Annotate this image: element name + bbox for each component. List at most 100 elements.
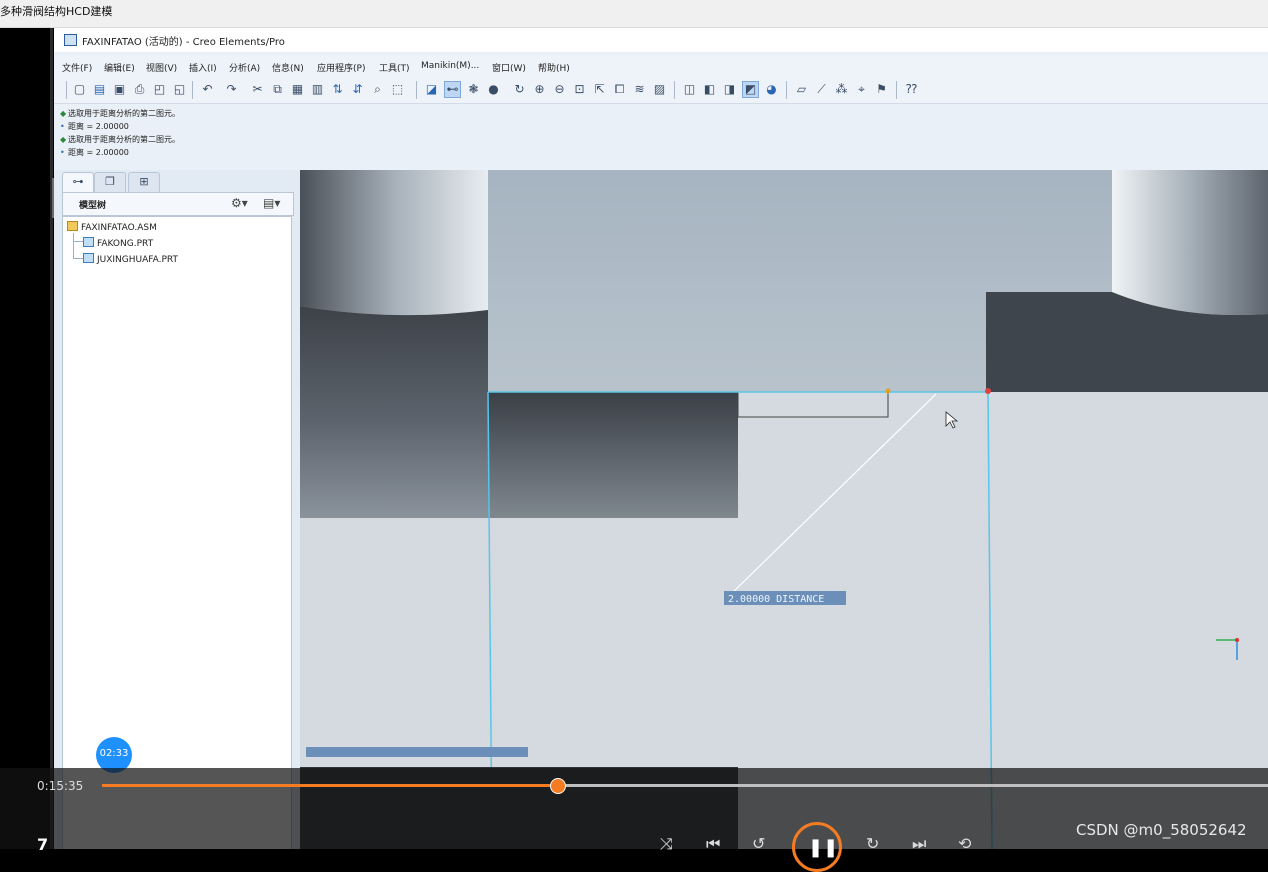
undo-icon[interactable]: ↶ [200,82,215,97]
model-tree-tab-icon[interactable]: ⊶ [62,172,94,193]
watermark: CSDN @m0_58052642 [1076,821,1247,839]
tree-item-label: FAKONG.PRT [97,239,154,249]
datum-axes-icon[interactable]: ⟋ [814,82,829,97]
progress-knob[interactable] [550,778,566,794]
shuffle-icon[interactable]: ⤨ [660,834,673,854]
pause-button[interactable]: ❚❚ [792,822,842,872]
menu-help[interactable]: 帮助(H) [538,61,570,74]
page-title: 多种滑阀结构HCD建模 [0,5,113,18]
spin-icon[interactable]: ↻ [512,82,527,97]
video-letterbox-left [0,28,55,849]
select-box-icon[interactable]: ⬚ [390,82,405,97]
prompt-arrow-icon: ◆ [60,109,67,118]
toolbar-separator [896,81,897,99]
enhanced-realism-icon[interactable]: ◕ [764,82,779,97]
menu-manikin[interactable]: Manikin(M)... [421,61,479,71]
redo-icon[interactable]: ↷ [224,82,239,97]
paste-icon[interactable]: ▦ [290,82,305,97]
paste-special-icon[interactable]: ▥ [310,82,325,97]
tree-connector [73,241,83,242]
status-progress-bar [306,747,528,757]
cut-icon[interactable]: ✂ [250,82,265,97]
forward-icon[interactable]: ↻ [866,834,879,853]
zoom-out-icon[interactable]: ⊖ [552,82,567,97]
window-title: FAXINFATAO (活动的) - Creo Elements/Pro [82,37,285,48]
selected-point [985,388,991,394]
menu-window[interactable]: 窗口(W) [492,61,526,74]
page-title-bar: 多种滑阀结构HCD建模 [0,0,1268,28]
info-bullet-icon: • [60,122,65,131]
copy-icon[interactable]: ⧉ [270,82,285,97]
context-help-icon[interactable]: ⁇ [904,82,919,97]
reorient-icon[interactable]: ⇱ [592,82,607,97]
tree-connector [73,258,83,259]
menu-info[interactable]: 信息(N) [272,61,304,74]
datum-display-icon[interactable]: ⊷ [444,81,461,98]
message-line: ◆ 选取用于距离分析的第二图元。 [60,108,180,119]
part-icon [83,253,94,263]
zoom-in-icon[interactable]: ⊕ [532,82,547,97]
menu-tools[interactable]: 工具(T) [379,61,410,74]
message-text: 距离 = 2.00000 [68,122,129,131]
message-line: • 距离 = 2.00000 [60,147,129,158]
view-manager-icon[interactable]: ▨ [652,82,667,97]
wireframe-icon[interactable]: ◫ [682,82,697,97]
coordinate-systems-icon[interactable]: ⌖ [854,82,869,97]
find-icon[interactable]: ⌕ [370,82,385,97]
regenerate-manager-icon[interactable]: ⇵ [350,82,365,97]
part-icon [83,237,94,247]
appearance-icon[interactable]: ❃ [466,82,481,97]
new-file-icon[interactable]: ▢ [72,82,87,97]
color-sphere-icon[interactable]: ● [486,82,501,97]
graphics-window[interactable]: 2.00000 DISTANCE [300,170,1268,849]
sketch-icon[interactable]: ◪ [424,82,439,97]
datum-points-icon[interactable]: ⁂ [834,82,849,97]
settings-icon[interactable]: ⚙▾ [231,196,248,210]
print-preview-icon[interactable]: ◱ [172,82,187,97]
folder-browser-tab-icon[interactable]: ❐ [94,172,126,193]
left-divider [50,28,53,849]
next-icon[interactable]: ⏭ [912,834,926,854]
menu-applications[interactable]: 应用程序(P) [317,61,365,74]
message-text: 选取用于距离分析的第二图元。 [68,135,180,144]
regenerate-icon[interactable]: ⇅ [330,82,345,97]
save-icon[interactable]: ▣ [112,82,127,97]
tree-item-part[interactable]: FAKONG.PRT [83,237,153,249]
current-time: 0:15:35 [37,779,84,793]
step-outline [737,391,889,418]
tree-connector [73,233,74,259]
layers-icon[interactable]: ≋ [632,82,647,97]
menu-edit[interactable]: 编辑(E) [104,61,135,74]
send-mail-icon[interactable]: ◰ [152,82,167,97]
saved-views-icon[interactable]: ⧠ [612,82,627,97]
dimension-label[interactable]: 2.00000 DISTANCE [728,594,824,605]
rewind-icon[interactable]: ↺ [752,834,765,853]
no-hidden-icon[interactable]: ◨ [722,82,737,97]
creo-window: FAXINFATAO (活动的) - Creo Elements/Pro 文件(… [54,28,1268,849]
loop-icon[interactable]: ⟲ [958,834,971,853]
tree-item-part[interactable]: JUXINGHUAFA.PRT [83,253,178,265]
shading-icon[interactable]: ◩ [742,81,759,98]
annotation-display-icon[interactable]: ⚑ [874,82,889,97]
open-file-icon[interactable]: ▤ [92,82,107,97]
refit-icon[interactable]: ⊡ [572,82,587,97]
message-line: ◆ 选取用于距离分析的第二图元。 [60,134,180,145]
tree-item-assembly[interactable]: FAXINFATAO.ASM [67,221,157,233]
info-bullet-icon: • [60,148,65,157]
menu-bar: 文件(F) 编辑(E) 视图(V) 插入(I) 分析(A) 信息(N) 应用程序… [54,55,1268,77]
menu-analysis[interactable]: 分析(A) [229,61,260,74]
print-icon[interactable]: ⎙ [132,82,147,97]
menu-insert[interactable]: 插入(I) [189,61,217,74]
datum-planes-icon[interactable]: ▱ [794,82,809,97]
favorites-tab-icon[interactable]: ⊞ [128,172,160,193]
progress-fill [102,784,557,787]
menu-view[interactable]: 视图(V) [146,61,177,74]
menu-file[interactable]: 文件(F) [62,61,92,74]
navigator-panel: ⊶ ❐ ⊞ 模型树 ⚙▾ ▤▾ FAXINFATAO.ASM FAKONG.PR… [54,170,300,849]
toolbar-separator [66,81,67,99]
hidden-line-icon[interactable]: ◧ [702,82,717,97]
left-block [300,306,488,518]
previous-icon[interactable]: ⏮ [706,834,720,854]
assembly-icon [67,221,78,231]
show-icon[interactable]: ▤▾ [263,196,280,210]
